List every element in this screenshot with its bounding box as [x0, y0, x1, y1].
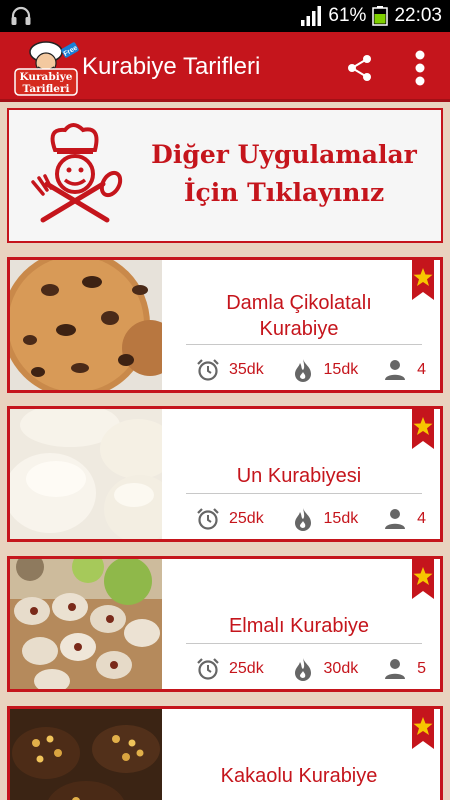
- flame-icon: [294, 508, 311, 531]
- chef-icon: [31, 123, 123, 223]
- clock: 22:03: [394, 5, 442, 26]
- divider: [186, 344, 422, 345]
- logo-text-line1: Kurabiye: [20, 71, 73, 83]
- recipe-card[interactable]: Un Kurabiyesi 25dk 15dk 4: [7, 406, 443, 542]
- other-apps-banner[interactable]: Diğer Uygulamalar İçin Tıklayınız: [7, 108, 443, 243]
- person-icon: [385, 360, 406, 380]
- recipe-image: [10, 709, 162, 800]
- flame-icon: [294, 658, 311, 681]
- recipe-image: [10, 559, 162, 689]
- cook-time: 15dk: [323, 361, 359, 378]
- divider: [186, 643, 422, 644]
- cook-time: 15dk: [323, 510, 359, 527]
- alarm-clock-icon: [197, 508, 219, 530]
- recipe-title-line2: Kurabiye: [259, 318, 339, 340]
- cook-time: 30dk: [323, 660, 359, 677]
- more-vert-icon: [415, 50, 425, 86]
- banner-line2: İçin Tıklayınız: [183, 178, 385, 207]
- recipe-image: [10, 260, 162, 390]
- favorite-star-icon[interactable]: [412, 260, 434, 300]
- share-icon: [348, 55, 371, 81]
- servings: 5: [417, 660, 426, 677]
- favorite-star-icon[interactable]: [412, 409, 434, 449]
- signal-icon: [301, 6, 322, 26]
- banner-line1: Diğer Uygulamalar: [151, 140, 417, 169]
- favorite-star-icon[interactable]: [412, 559, 434, 599]
- battery-icon: [372, 6, 389, 26]
- prep-time: 35dk: [229, 361, 264, 378]
- app-bar: Kurabiye Tarifleri Free Kurabiye Tarifle…: [0, 32, 450, 102]
- recipe-card[interactable]: Kakaolu Kurabiye: [7, 706, 443, 800]
- logo-badge: Free: [63, 45, 79, 59]
- logo-text-line2: Tarifleri: [23, 83, 70, 95]
- recipe-image: [10, 409, 162, 539]
- person-icon: [385, 659, 406, 679]
- recipe-meta: 25dk 30dk 5: [196, 656, 426, 682]
- flame-icon: [294, 359, 311, 382]
- recipe-title-line1: Damla Çikolatalı: [226, 292, 372, 314]
- servings: 4: [417, 510, 426, 527]
- status-bar: 61% 22:03: [0, 0, 450, 32]
- headphones-icon: [10, 6, 32, 31]
- person-icon: [385, 509, 406, 529]
- divider: [186, 493, 422, 494]
- recipe-meta: 35dk 15dk 4: [196, 357, 426, 383]
- recipe-title-line1: Kakaolu Kurabiye: [220, 765, 378, 787]
- alarm-clock-icon: [197, 359, 219, 381]
- recipe-title-line1: Elmalı Kurabiye: [228, 615, 370, 637]
- recipe-meta: 25dk 15dk 4: [196, 506, 426, 532]
- recipe-card[interactable]: Elmalı Kurabiye 25dk 30dk 5: [7, 556, 443, 692]
- app-title: Kurabiye Tarifleri: [82, 53, 261, 80]
- recipe-card[interactable]: Damla Çikolatalı Kurabiye 35dk 15dk 4: [7, 257, 443, 393]
- prep-time: 25dk: [229, 510, 264, 527]
- battery-percent: 61%: [328, 5, 367, 26]
- overflow-menu-button[interactable]: [402, 46, 438, 90]
- share-button[interactable]: [340, 48, 380, 88]
- alarm-clock-icon: [197, 658, 219, 680]
- favorite-star-icon[interactable]: [412, 709, 434, 749]
- prep-time: 25dk: [229, 660, 264, 677]
- recipe-title-line1: Un Kurabiyesi: [236, 465, 362, 487]
- servings: 4: [417, 361, 426, 378]
- app-logo[interactable]: Kurabiye Tarifleri Free: [14, 36, 80, 98]
